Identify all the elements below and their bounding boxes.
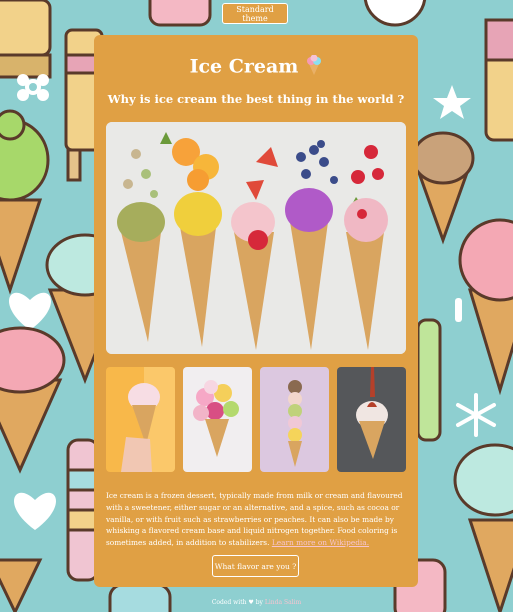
flavor-quiz-button[interactable]: What flavor are you ? bbox=[212, 555, 299, 577]
page-title: Ice Cream bbox=[94, 54, 418, 80]
thumbnail-dripping-cone bbox=[337, 367, 406, 472]
footer-prefix: Coded with bbox=[211, 599, 249, 606]
main-card: Ice Cream Why is ice cream the best thin… bbox=[94, 35, 418, 587]
title-text: Ice Cream bbox=[189, 55, 299, 78]
wikipedia-link[interactable]: Learn more on Wikipedia. bbox=[272, 538, 369, 547]
description: Ice cream is a frozen dessert, typically… bbox=[106, 490, 404, 548]
hero-image bbox=[106, 122, 406, 354]
thumbnail-stacked-scoops bbox=[260, 367, 329, 472]
ice-cream-icon bbox=[306, 54, 322, 80]
page-subtitle: Why is ice cream the best thing in the w… bbox=[107, 92, 405, 106]
author-link[interactable]: Linda Salim bbox=[265, 599, 301, 606]
footer-middle: by bbox=[253, 599, 265, 606]
thumbnail-multi-scoop bbox=[183, 367, 252, 472]
standard-theme-button[interactable]: Standard theme bbox=[222, 3, 288, 24]
footer: Coded with ♥ by Linda Salim bbox=[0, 599, 513, 606]
thumbnail-hand-cone bbox=[106, 367, 175, 472]
